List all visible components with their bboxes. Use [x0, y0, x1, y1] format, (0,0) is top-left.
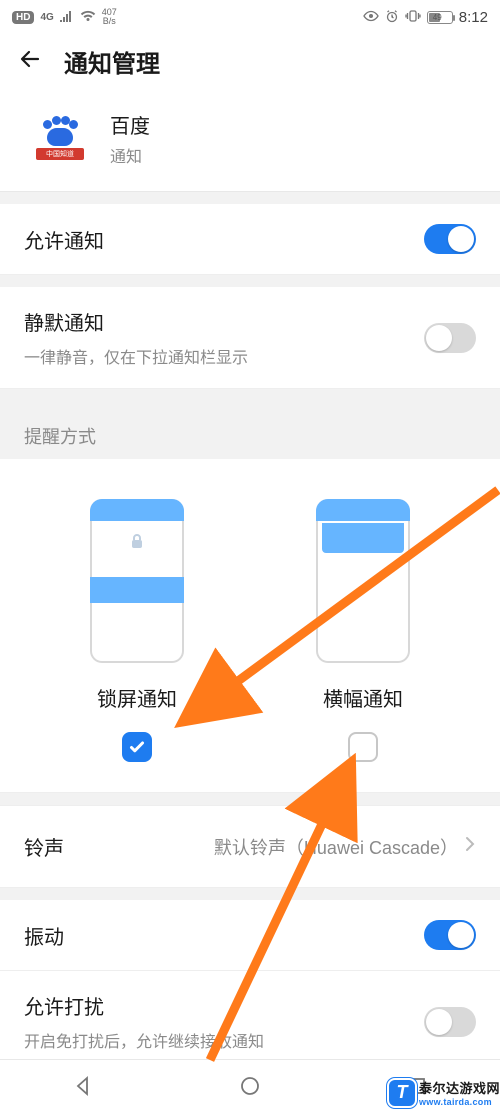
- watermark-logo-icon: T: [389, 1080, 415, 1106]
- nav-home-icon[interactable]: [239, 1075, 261, 1097]
- row-ringtone[interactable]: 铃声 默认铃声（Huawei Cascade）: [0, 805, 500, 888]
- app-icon-baidu: 中国知道: [34, 113, 86, 165]
- nav-back-icon[interactable]: [72, 1075, 94, 1097]
- silent-sub: 一律静音，仅在下拉通知栏显示: [24, 344, 424, 368]
- silent-label: 静默通知: [24, 307, 424, 336]
- alarm-icon: [385, 9, 399, 26]
- reminder-block: 锁屏通知 横幅通知: [0, 459, 500, 793]
- lockscreen-preview-icon: [90, 499, 184, 663]
- vibrate-label: 振动: [24, 921, 424, 950]
- lockscreen-checkbox[interactable]: [122, 732, 152, 762]
- wifi-icon: [80, 10, 96, 25]
- network-gen-icon: 4G: [40, 12, 53, 23]
- net-speed: 407 B/s: [102, 8, 117, 26]
- app-header: 中国知道 百度 通知: [0, 96, 500, 192]
- allow-notif-label: 允许通知: [24, 225, 424, 254]
- lockscreen-label: 锁屏通知: [97, 683, 177, 712]
- hd-badge: HD: [12, 11, 34, 24]
- banner-checkbox[interactable]: [348, 732, 378, 762]
- app-name: 百度: [110, 110, 150, 139]
- lock-icon: [130, 533, 144, 549]
- watermark: T 泰尔达游戏网 www.tairda.com: [389, 1078, 500, 1107]
- row-allow-disturb[interactable]: 允许打扰 开启免打扰后，允许继续接收通知: [0, 971, 500, 1073]
- vibrate-icon: [405, 9, 421, 26]
- app-subtitle: 通知: [110, 143, 150, 167]
- status-bar: HD 4G 407 B/s 49 8:12: [0, 0, 500, 34]
- chevron-right-icon: [464, 835, 476, 859]
- title-bar: 通知管理: [0, 34, 500, 96]
- row-vibrate[interactable]: 振动: [0, 900, 500, 971]
- option-lockscreen[interactable]: 锁屏通知: [90, 499, 184, 762]
- ringtone-label: 铃声: [24, 832, 64, 861]
- back-icon[interactable]: [18, 47, 42, 75]
- row-allow-notifications[interactable]: 允许通知: [0, 204, 500, 275]
- watermark-url: www.tairda.com: [419, 1097, 500, 1107]
- reminder-section-header: 提醒方式: [0, 389, 500, 459]
- banner-preview-icon: [316, 499, 410, 663]
- battery-icon: 49: [427, 11, 453, 24]
- eye-icon: [363, 10, 379, 25]
- status-time: 8:12: [459, 9, 488, 26]
- option-banner[interactable]: 横幅通知: [316, 499, 410, 762]
- ringtone-value: 默认铃声（Huawei Cascade）: [64, 834, 464, 860]
- disturb-toggle[interactable]: [424, 1007, 476, 1037]
- disturb-label: 允许打扰: [24, 991, 424, 1020]
- disturb-sub: 开启免打扰后，允许继续接收通知: [24, 1028, 424, 1052]
- row-silent-notifications[interactable]: 静默通知 一律静音，仅在下拉通知栏显示: [0, 287, 500, 389]
- allow-notif-toggle[interactable]: [424, 224, 476, 254]
- signal-icon: [60, 10, 74, 25]
- page-title: 通知管理: [64, 44, 160, 79]
- vibrate-toggle[interactable]: [424, 920, 476, 950]
- silent-toggle[interactable]: [424, 323, 476, 353]
- watermark-title: 泰尔达游戏网: [419, 1078, 500, 1097]
- banner-label: 横幅通知: [323, 683, 403, 712]
